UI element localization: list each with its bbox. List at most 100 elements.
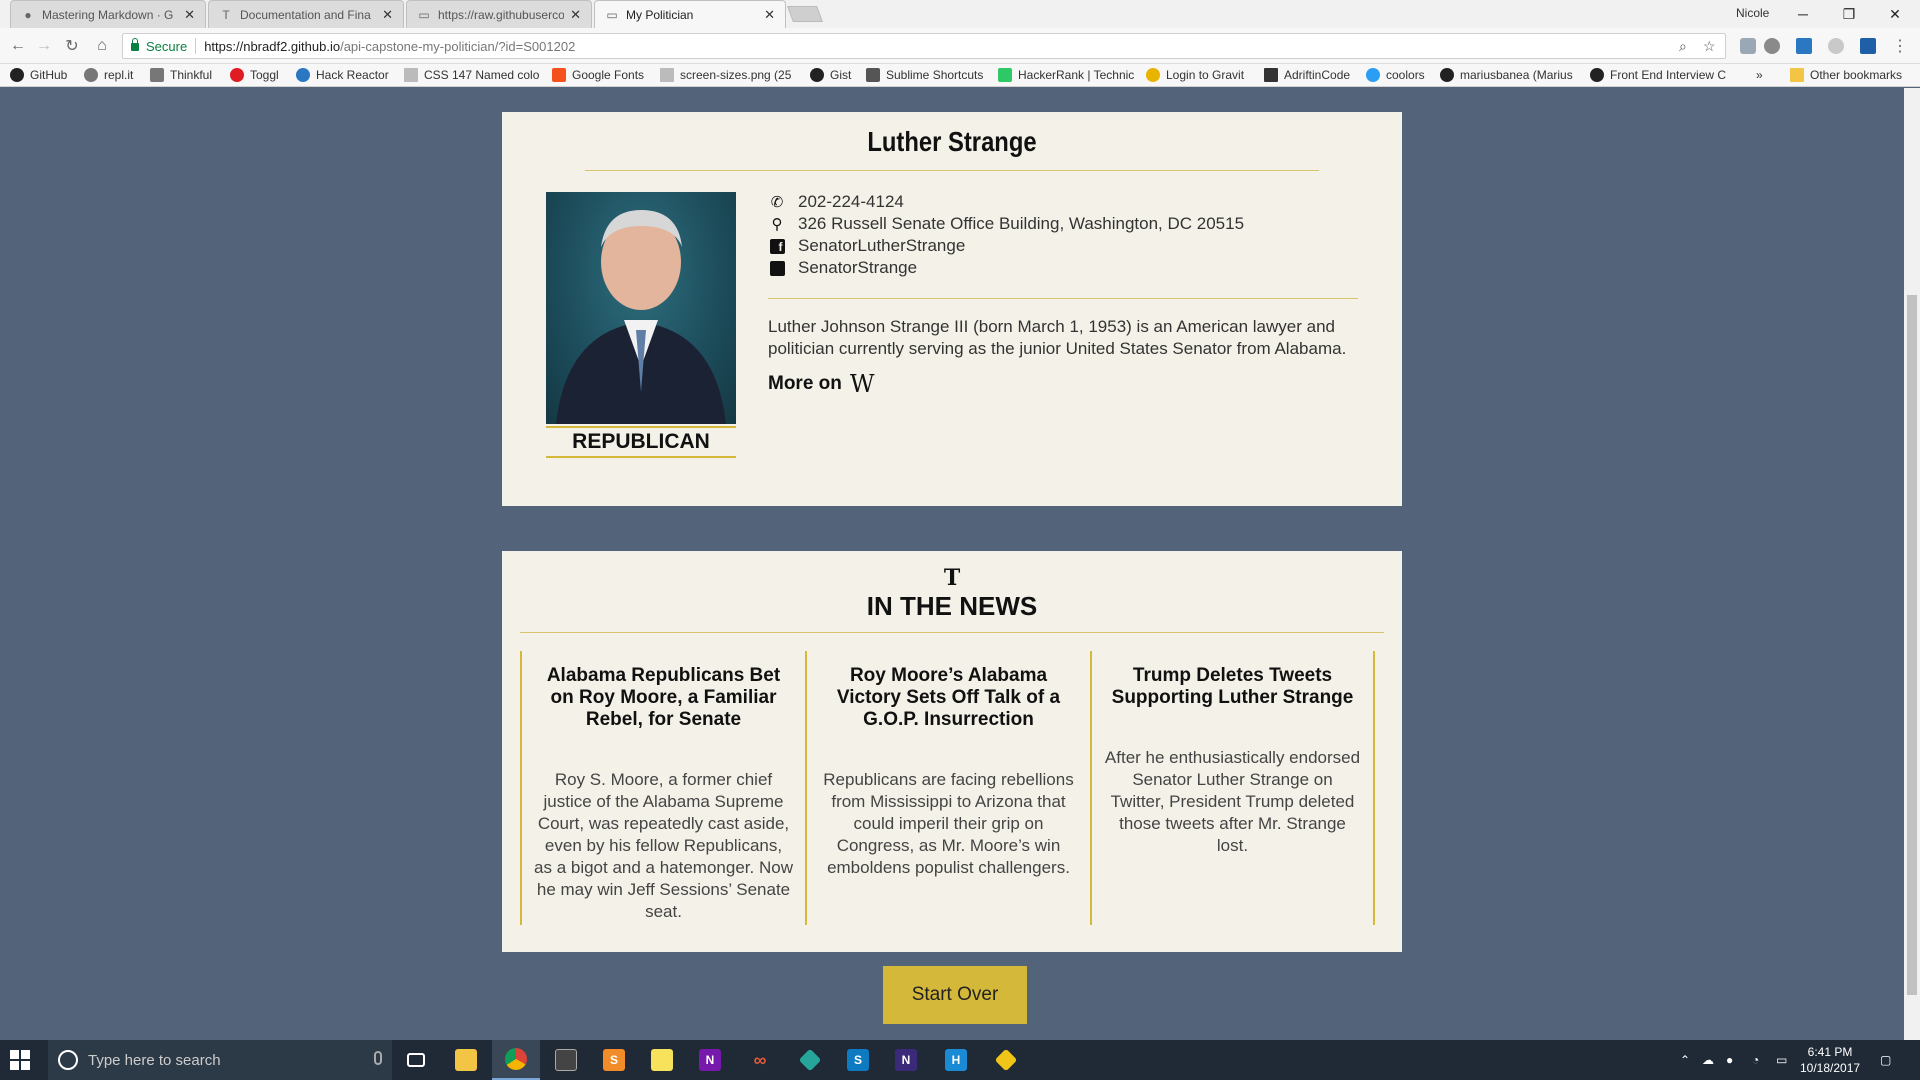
contact-facebook[interactable]: f SenatorLutherStrange	[768, 236, 965, 256]
contact-twitter[interactable]: SenatorStrange	[768, 258, 917, 278]
close-icon[interactable]: ✕	[382, 7, 393, 23]
sublime-icon	[866, 68, 880, 82]
onenote-icon[interactable]: N	[686, 1040, 734, 1080]
article-summary: Republicans are facing rebellions from M…	[823, 770, 1074, 877]
bookmark-front-end-interview[interactable]: Front End Interview C	[1590, 68, 1726, 82]
article-headline[interactable]: Alabama Republicans Bet on Roy Moore, a …	[534, 665, 793, 731]
scrollbar-thumb[interactable]	[1907, 295, 1917, 995]
url-text[interactable]: https://nbradf2.github.io/api-capstone-m…	[204, 39, 575, 54]
taskbar-search[interactable]: Type here to search	[48, 1040, 392, 1080]
bookmark-toggl[interactable]: Toggl	[230, 68, 279, 82]
toggl-icon	[230, 68, 244, 82]
reload-icon[interactable]: ↻	[62, 36, 82, 56]
notifications-icon[interactable]: ▢	[1880, 1040, 1891, 1080]
clock[interactable]: 6:41 PM 10/18/2017	[1800, 1044, 1860, 1076]
wifi-icon[interactable]: ◔	[1752, 1040, 1759, 1080]
bookmark-screen-sizes[interactable]: screen-sizes.png (25	[660, 68, 791, 82]
divider	[768, 298, 1358, 299]
replit-icon	[84, 68, 98, 82]
close-icon[interactable]: ✕	[184, 7, 195, 23]
secure-indicator[interactable]: Secure	[131, 38, 197, 54]
facebook-icon: f	[768, 237, 786, 255]
bookmark-css-colors[interactable]: CSS 147 Named colo	[404, 68, 539, 82]
gitkraken-icon[interactable]	[786, 1040, 834, 1080]
minimize-icon[interactable]: ─	[1780, 0, 1826, 28]
bookmark-other[interactable]: Other bookmarks	[1790, 68, 1902, 82]
bookmark-hackerrank[interactable]: HackerRank | Technic	[998, 68, 1134, 82]
browser-toolbar: ← → ↻ ⌂ Secure https://nbradf2.github.io…	[0, 28, 1920, 64]
extension-icon[interactable]	[1828, 38, 1844, 54]
extension-icon[interactable]	[1740, 38, 1756, 54]
restore-icon[interactable]: ❐	[1826, 0, 1872, 28]
bookmark-google-fonts[interactable]: Google Fonts	[552, 68, 644, 82]
bookmarks-overflow-icon[interactable]: »	[1756, 68, 1763, 82]
bookmark-label: AdriftinCode	[1284, 68, 1351, 82]
task-view-icon[interactable]	[392, 1040, 440, 1080]
bookmark-sublime[interactable]: Sublime Shortcuts	[866, 68, 983, 82]
article-headline[interactable]: Roy Moore’s Alabama Victory Sets Off Tal…	[819, 665, 1078, 731]
map-marker-icon: ⚲	[771, 216, 783, 233]
tab-title: https://raw.githubuserco	[438, 7, 565, 22]
back-icon[interactable]: ←	[8, 36, 28, 56]
star-icon[interactable]: ☆	[1703, 38, 1716, 55]
home-icon[interactable]: ⌂	[92, 36, 112, 56]
tab-my-politician[interactable]: ▭ My Politician ✕	[594, 0, 786, 28]
facebook-handle[interactable]: SenatorLutherStrange	[798, 236, 965, 256]
new-tab-button[interactable]	[787, 6, 823, 22]
tab-raw-github[interactable]: ▭ https://raw.githubuserco ✕	[406, 0, 592, 28]
bookmark-adriftincode[interactable]: AdriftinCode	[1264, 68, 1350, 82]
chrome-icon[interactable]	[492, 1040, 540, 1080]
extension-icon[interactable]	[1796, 38, 1812, 54]
menu-icon[interactable]: ⋮	[1890, 36, 1910, 56]
bookmark-label: Other bookmarks	[1810, 68, 1903, 82]
contact-phone: ✆ 202-224-4124	[768, 192, 904, 212]
file-explorer-icon[interactable]	[442, 1040, 490, 1080]
bookmark-coolors[interactable]: coolors	[1366, 68, 1425, 82]
twitter-handle[interactable]: SenatorStrange	[798, 258, 917, 278]
git-app-icon[interactable]	[982, 1040, 1030, 1080]
app-h-icon[interactable]: H	[932, 1040, 980, 1080]
extension-icon[interactable]	[1764, 38, 1780, 54]
tray-app-icon[interactable]: ●	[1726, 1040, 1733, 1080]
tab-mastering-markdown[interactable]: ● Mastering Markdown · G ✕	[10, 0, 206, 28]
infinity-app-icon[interactable]: ∞	[736, 1040, 784, 1080]
forward-icon[interactable]: →	[34, 36, 54, 56]
tab-title: Documentation and Fina	[240, 7, 371, 22]
tab-title: Mastering Markdown · G	[42, 7, 174, 22]
bookmark-github[interactable]: GitHub	[10, 68, 67, 82]
profile-name[interactable]: Nicole	[1736, 6, 1769, 20]
wikipedia-link[interactable]: More on W	[768, 370, 875, 398]
news-article[interactable]: Trump Deletes Tweets Supporting Luther S…	[1090, 651, 1375, 925]
bookmark-mariusbanea[interactable]: mariusbanea (Marius	[1440, 68, 1573, 82]
app-n-icon[interactable]: N	[882, 1040, 930, 1080]
close-icon[interactable]: ✕	[570, 7, 581, 23]
app-s-icon[interactable]: S	[834, 1040, 882, 1080]
sublime-text-icon[interactable]: S	[590, 1040, 638, 1080]
system-tray-chevron-icon[interactable]: ⌃	[1680, 1040, 1690, 1080]
news-article[interactable]: Roy Moore’s Alabama Victory Sets Off Tal…	[805, 651, 1090, 925]
calculator-icon[interactable]	[542, 1040, 590, 1080]
bookmarks-bar: GitHub repl.it Thinkful Toggl Hack React…	[0, 64, 1920, 87]
start-over-button[interactable]: Start Over	[883, 966, 1027, 1024]
sticky-notes-icon[interactable]	[638, 1040, 686, 1080]
bookmark-hack-reactor[interactable]: Hack Reactor	[296, 68, 389, 82]
close-window-icon[interactable]: ✕	[1872, 0, 1918, 28]
close-icon[interactable]: ✕	[764, 7, 775, 23]
extension-icon[interactable]	[1860, 38, 1876, 54]
battery-icon[interactable]: ▭	[1776, 1040, 1787, 1080]
onedrive-icon[interactable]: ☁	[1702, 1040, 1714, 1080]
bookmark-gist[interactable]: Gist	[810, 68, 851, 82]
tab-documentation[interactable]: T Documentation and Fina ✕	[208, 0, 404, 28]
address-bar[interactable]: Secure https://nbradf2.github.io/api-cap…	[122, 33, 1726, 59]
page-icon: ▭	[606, 7, 618, 22]
zoom-icon[interactable]: ⌕	[1679, 38, 1687, 55]
windows-start-icon[interactable]	[10, 1050, 30, 1070]
article-headline[interactable]: Trump Deletes Tweets Supporting Luther S…	[1104, 665, 1361, 709]
wikipedia-icon: W	[849, 370, 875, 398]
news-article[interactable]: Alabama Republicans Bet on Roy Moore, a …	[520, 651, 805, 925]
news-heading: IN THE NEWS	[520, 591, 1384, 633]
microphone-icon[interactable]	[374, 1051, 382, 1065]
bookmark-thinkful[interactable]: Thinkful	[150, 68, 212, 82]
bookmark-gravit[interactable]: Login to Gravit	[1146, 68, 1244, 82]
bookmark-replit[interactable]: repl.it	[84, 68, 133, 82]
